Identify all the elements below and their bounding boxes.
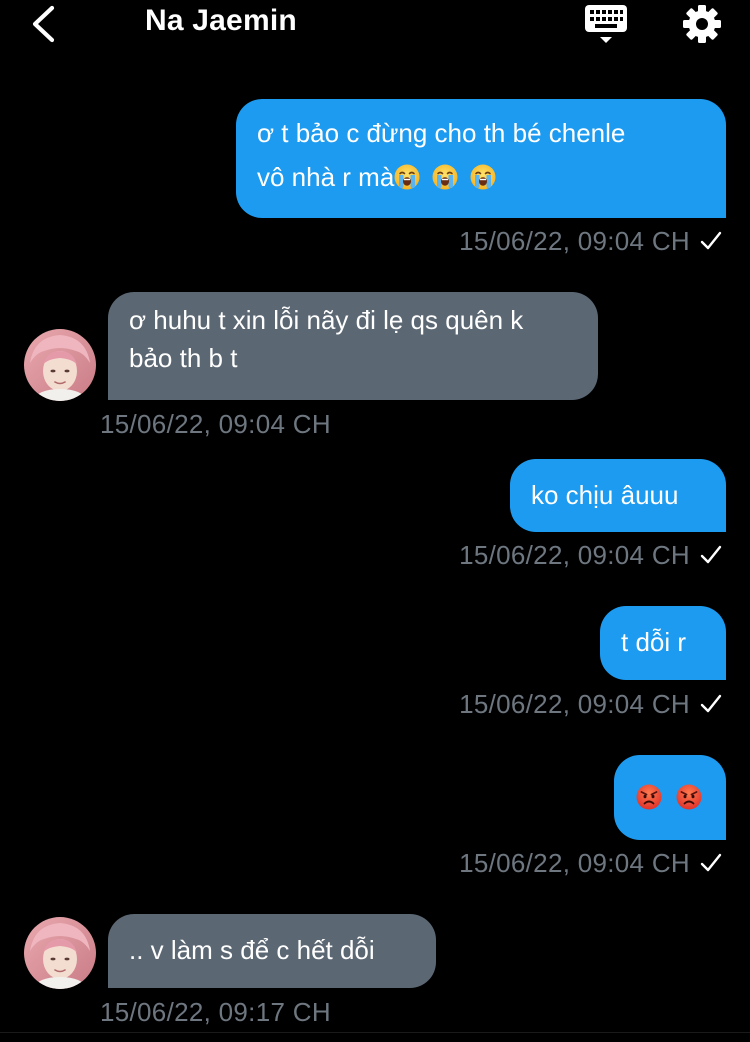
angry-face-icon [636, 784, 662, 810]
message-text: ko chịu âuuu [531, 480, 679, 510]
message-bubble-outgoing[interactable]: ko chịu âuuu [510, 459, 726, 532]
message-text: t dỗi r [621, 627, 687, 657]
message-text: ơ t bảo c đừng cho th bé chenle [257, 118, 626, 148]
message-bubble-outgoing[interactable]: ơ t bảo c đừng cho th bé chenle vô nhà r… [236, 99, 726, 218]
message-timestamp: 15/06/22, 09:17 CH [100, 997, 331, 1027]
sent-check-icon [700, 545, 722, 565]
contact-name[interactable]: Na Jaemin [145, 4, 297, 38]
angry-face-icon [676, 784, 702, 810]
divider [0, 1032, 750, 1033]
loudly-crying-face-icon [432, 164, 458, 190]
message-bubble-outgoing[interactable]: t dỗi r [600, 606, 726, 680]
sent-check-icon [700, 694, 722, 714]
avatar[interactable] [24, 329, 96, 401]
gear-icon [683, 5, 721, 43]
sent-check-icon [700, 231, 722, 251]
chat-header: Na Jaemin [0, 0, 750, 50]
loudly-crying-face-icon [470, 164, 496, 190]
message-timestamp: 15/06/22, 09:04 CH [459, 689, 722, 720]
message-text: vô nhà r mà [257, 162, 395, 192]
avatar-image [24, 917, 96, 989]
message-timestamp: 15/06/22, 09:04 CH [100, 409, 331, 439]
message-text: ơ huhu t xin lỗi nãy đi lẹ qs quên k [129, 305, 524, 335]
message-text: bảo th b t [129, 343, 238, 373]
keyboard-button[interactable] [582, 2, 630, 46]
message-timestamp: 15/06/22, 09:04 CH [459, 848, 722, 879]
avatar[interactable] [24, 917, 96, 989]
message-bubble-outgoing[interactable] [614, 755, 726, 840]
message-bubble-incoming[interactable]: .. v làm s để c hết dỗi [108, 914, 436, 988]
back-button[interactable] [22, 2, 66, 46]
sent-check-icon [700, 853, 722, 873]
keyboard-icon [585, 5, 627, 43]
settings-button[interactable] [680, 2, 724, 46]
chevron-left-icon [32, 5, 55, 43]
message-timestamp: 15/06/22, 09:04 CH [459, 226, 722, 257]
loudly-crying-face-icon [394, 164, 420, 190]
message-text: .. v làm s để c hết dỗi [129, 935, 375, 965]
message-timestamp: 15/06/22, 09:04 CH [459, 540, 722, 571]
message-bubble-incoming[interactable]: ơ huhu t xin lỗi nãy đi lẹ qs quên k bảo… [108, 292, 598, 400]
avatar-image [24, 329, 96, 401]
